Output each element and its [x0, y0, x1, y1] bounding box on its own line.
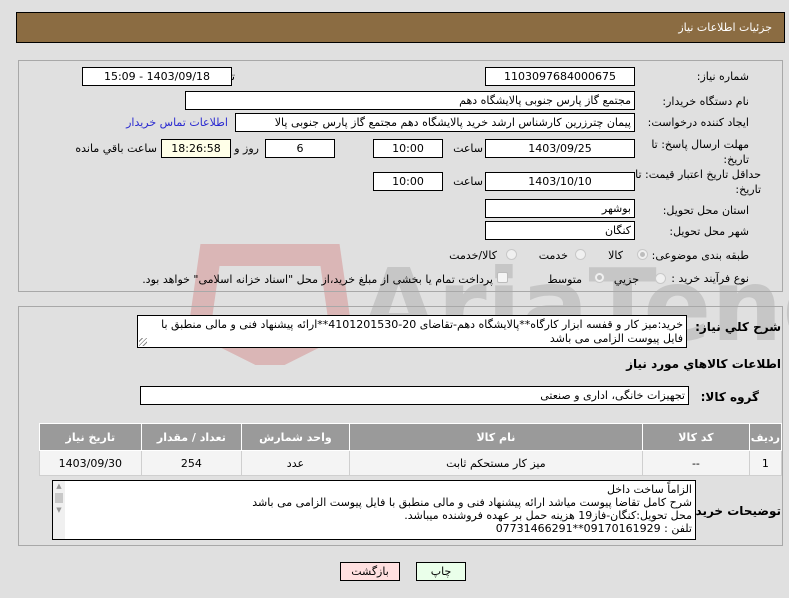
buyer-notes-scrollbar[interactable]: ▲ ▼: [53, 481, 65, 539]
remaining-time-field: 18:26:58: [161, 139, 231, 158]
category-option-service: خدمت: [538, 249, 568, 262]
col-quantity: تعداد / مقدار: [140, 423, 243, 451]
remaining-time-label: ساعت باقي مانده: [75, 142, 157, 155]
category-option-goods-service: کالا/خدمت: [449, 249, 497, 262]
summary-label: شرح کلي نیاز:: [695, 320, 781, 334]
creator-label: ایجاد کننده درخواست:: [647, 116, 749, 129]
col-code: کد کالا: [642, 423, 750, 451]
goods-section-title: اطلاعات کالاهاي مورد نیاز: [626, 357, 781, 371]
col-row: ردیف: [748, 423, 783, 451]
category-option-goods: کالا: [608, 249, 623, 262]
cell-quantity: 254: [140, 450, 243, 476]
city-label: شهر محل تحویل:: [669, 225, 749, 238]
deadline-time-label: ساعت: [453, 142, 483, 155]
category-label: طبقه بندی موضوعی:: [651, 249, 749, 262]
buyer-notes-line: محل تحویل:کنگان-فاز19 هزینه حمل بر عهده …: [404, 509, 692, 522]
goods-table: ردیف کد کالا نام کالا واحد شمارش تعداد /…: [39, 423, 783, 476]
announce-field: 1403/09/18 - 15:09: [82, 67, 232, 86]
category-radio-service[interactable]: [575, 249, 586, 260]
buyer-notes-line: شرح کامل تقاضا پیوست میاشد ارائه پیشنهاد…: [252, 496, 692, 509]
process-radio-medium[interactable]: [594, 272, 605, 283]
goods-group-label: گروه کالا:: [700, 390, 759, 404]
cell-need-date: 1403/09/30: [39, 450, 142, 476]
goods-table-wrapper: ردیف کد کالا نام کالا واحد شمارش تعداد /…: [34, 423, 783, 476]
deadline-time-field: 10:00: [373, 139, 443, 158]
cell-row: 1: [748, 450, 783, 476]
cell-unit: عدد: [241, 450, 350, 476]
province-field: بوشهر: [485, 199, 635, 218]
validity-time-field: 10:00: [373, 172, 443, 191]
validity-date-field: 1403/10/10: [485, 172, 635, 191]
days-label: روز و: [234, 142, 259, 155]
treasury-checkbox-label: پرداخت تمام یا بخشی از مبلغ خرید،از محل …: [142, 273, 493, 286]
col-need-date: تاریخ نیاز: [39, 423, 142, 451]
process-radio-minor[interactable]: [655, 273, 666, 284]
treasury-checkbox[interactable]: [497, 272, 508, 283]
category-radio-goods-service[interactable]: [506, 249, 517, 260]
goods-table-header: ردیف کد کالا نام کالا واحد شمارش تعداد /…: [39, 423, 783, 451]
back-button[interactable]: بازگشت: [340, 562, 400, 581]
buyer-notes-textarea[interactable]: الزاماً ساخت داخل شرح کامل تقاضا پیوست م…: [52, 480, 696, 540]
scroll-thumb[interactable]: [55, 493, 63, 503]
category-radio-goods[interactable]: [637, 249, 648, 260]
validity-label: حداقل تاریخ اعتبار قیمت: تا تاریخ:: [635, 168, 761, 196]
buyer-org-field: مجتمع گاز پارس جنوبی پالایشگاه دهم: [185, 91, 635, 110]
scroll-up-icon[interactable]: ▲: [53, 481, 65, 491]
cell-name: میز کار مستحکم ثابت: [348, 450, 644, 476]
province-label: استان محل تحویل:: [662, 204, 749, 217]
buyer-org-label: نام دستگاه خریدار:: [662, 95, 749, 108]
buyer-contact-link[interactable]: اطلاعات تماس خریدار: [126, 116, 228, 129]
table-row: 1 -- میز کار مستحکم ثابت عدد 254 1403/09…: [39, 450, 783, 476]
col-name: نام کالا: [348, 423, 644, 451]
col-unit: واحد شمارش: [241, 423, 350, 451]
page-header: جزئیات اطلاعات نیاز: [16, 12, 785, 43]
process-label: نوع فرآیند خرید :: [671, 272, 749, 285]
validity-time-label: ساعت: [453, 175, 483, 188]
cell-code: --: [642, 450, 750, 476]
buyer-notes-line: تلفن : 09170161929**07731466291: [495, 522, 692, 535]
print-button[interactable]: چاپ: [416, 562, 466, 581]
deadline-date-field: 1403/09/25: [485, 139, 635, 158]
creator-field: پیمان چترزرین کارشناس ارشد خرید پالایشگا…: [235, 113, 635, 132]
process-option-minor: جزیي: [613, 273, 639, 286]
days-remaining-field: 6: [265, 139, 335, 158]
goods-group-field: تجهیزات خانگی، اداری و صنعتی: [140, 386, 689, 405]
scroll-down-icon[interactable]: ▼: [53, 505, 65, 515]
summary-textarea[interactable]: خرید:میز کار و قفسه ابزار کارگاه**پالایش…: [137, 315, 687, 348]
buyer-notes-line: الزاماً ساخت داخل: [606, 483, 692, 496]
resize-grip-icon[interactable]: [139, 338, 147, 346]
process-option-medium: متوسط: [547, 273, 582, 286]
deadline-label: مهلت ارسال پاسخ: تا تاریخ:: [651, 138, 749, 166]
city-field: کنگان: [485, 221, 635, 240]
need-number-label: شماره نیاز:: [696, 70, 749, 83]
page-title: جزئیات اطلاعات نیاز: [678, 21, 772, 34]
need-number-field: 1103097684000675: [485, 67, 635, 86]
